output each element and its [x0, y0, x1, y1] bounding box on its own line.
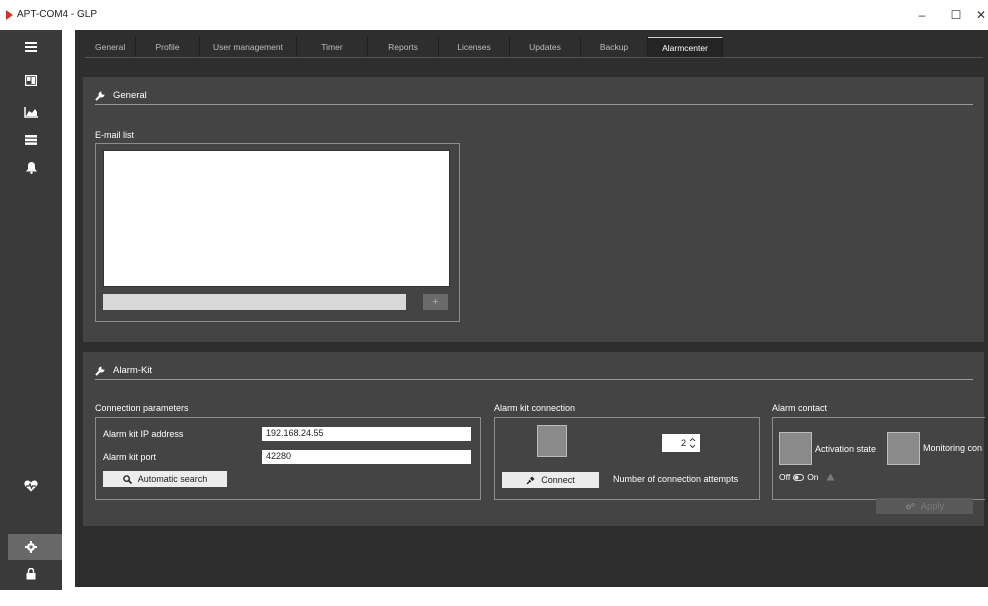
off-on-switch[interactable]: Off On	[779, 472, 835, 482]
warning-icon	[826, 473, 835, 481]
tab-licenses[interactable]: Licenses	[439, 37, 510, 57]
main-content: General Profile User management Timer Re…	[75, 30, 988, 587]
port-input[interactable]: 42280	[262, 450, 471, 464]
general-heading: General	[95, 90, 147, 101]
heartbeat-icon[interactable]	[19, 476, 43, 496]
minimize-button[interactable]: –	[910, 6, 934, 24]
menu-icon[interactable]	[19, 37, 43, 57]
sidebar	[0, 30, 62, 601]
email-list-label: E-mail list	[95, 130, 135, 140]
activation-state-indicator	[779, 432, 812, 465]
tab-updates[interactable]: Updates	[510, 37, 581, 57]
port-label: Alarm kit port	[103, 452, 157, 462]
maximize-button[interactable]: ☐	[944, 6, 968, 24]
automatic-search-button[interactable]: Automatic search	[103, 471, 227, 487]
alarm-contact-label: Alarm contact	[772, 403, 828, 413]
on-label: On	[807, 472, 819, 482]
connection-attempts-label: Number of connection attempts	[613, 474, 739, 484]
alarm-kit-connection-label: Alarm kit connection	[494, 403, 576, 413]
tab-alarmcenter[interactable]: Alarmcenter	[648, 37, 723, 58]
close-button[interactable]: ✕	[976, 6, 988, 24]
gears-icon	[905, 502, 915, 510]
monitoring-indicator	[887, 432, 920, 465]
chart-icon[interactable]	[19, 102, 43, 122]
tab-timer[interactable]: Timer	[297, 37, 368, 57]
tab-bar: General Profile User management Timer Re…	[85, 37, 723, 58]
window-title: APT-COM4 - GLP	[17, 9, 98, 20]
bell-icon[interactable]	[19, 158, 43, 178]
automatic-search-label: Automatic search	[137, 474, 208, 484]
alarm-kit-heading: Alarm-Kit	[95, 365, 152, 376]
logout-icon[interactable]	[19, 586, 43, 606]
monitoring-label: Monitoring con	[923, 443, 983, 453]
lock-icon[interactable]	[19, 564, 43, 584]
connection-status-indicator	[537, 425, 567, 457]
general-heading-text: General	[113, 90, 147, 101]
general-rule	[95, 104, 973, 105]
apply-button[interactable]: Apply	[876, 498, 973, 514]
wrench-icon	[95, 366, 105, 376]
tab-reports[interactable]: Reports	[368, 37, 439, 57]
tab-profile[interactable]: Profile	[136, 37, 200, 57]
connect-button[interactable]: Connect	[502, 472, 599, 488]
email-list-textarea[interactable]	[103, 150, 450, 287]
title-bar: APT-COM4 - GLP – ☐ ✕	[0, 0, 988, 30]
email-input[interactable]	[103, 294, 406, 310]
tab-general[interactable]: General	[85, 37, 136, 57]
connection-parameters-label: Connection parameters	[95, 403, 189, 413]
add-email-button[interactable]: +	[423, 294, 448, 310]
activation-state-label: Activation state	[815, 444, 877, 454]
tab-user-management[interactable]: User management	[200, 37, 297, 57]
alarm-kit-heading-text: Alarm-Kit	[113, 365, 153, 376]
spinner-arrows-icon[interactable]	[689, 437, 696, 449]
plug-icon	[526, 476, 535, 484]
wrench-icon	[95, 91, 105, 101]
alarm-kit-rule	[95, 379, 973, 380]
alarm-kit-panel: Alarm-Kit Connection parameters Alarm ki…	[83, 352, 985, 526]
off-label: Off	[779, 472, 791, 482]
gear-icon[interactable]	[19, 537, 43, 557]
connect-label: Connect	[541, 475, 575, 485]
ip-address-label: Alarm kit IP address	[103, 429, 184, 439]
apply-label: Apply	[920, 500, 945, 512]
app-logo-icon	[6, 10, 13, 20]
general-panel: General E-mail list +	[83, 77, 984, 342]
dashboard-icon[interactable]	[19, 70, 43, 90]
list-icon[interactable]	[19, 130, 43, 150]
toggle-icon	[793, 473, 805, 481]
tab-backup[interactable]: Backup	[581, 37, 648, 57]
tab-divider	[85, 57, 983, 58]
search-icon	[122, 474, 132, 484]
ip-address-input[interactable]: 192.168.24.55	[262, 427, 471, 441]
